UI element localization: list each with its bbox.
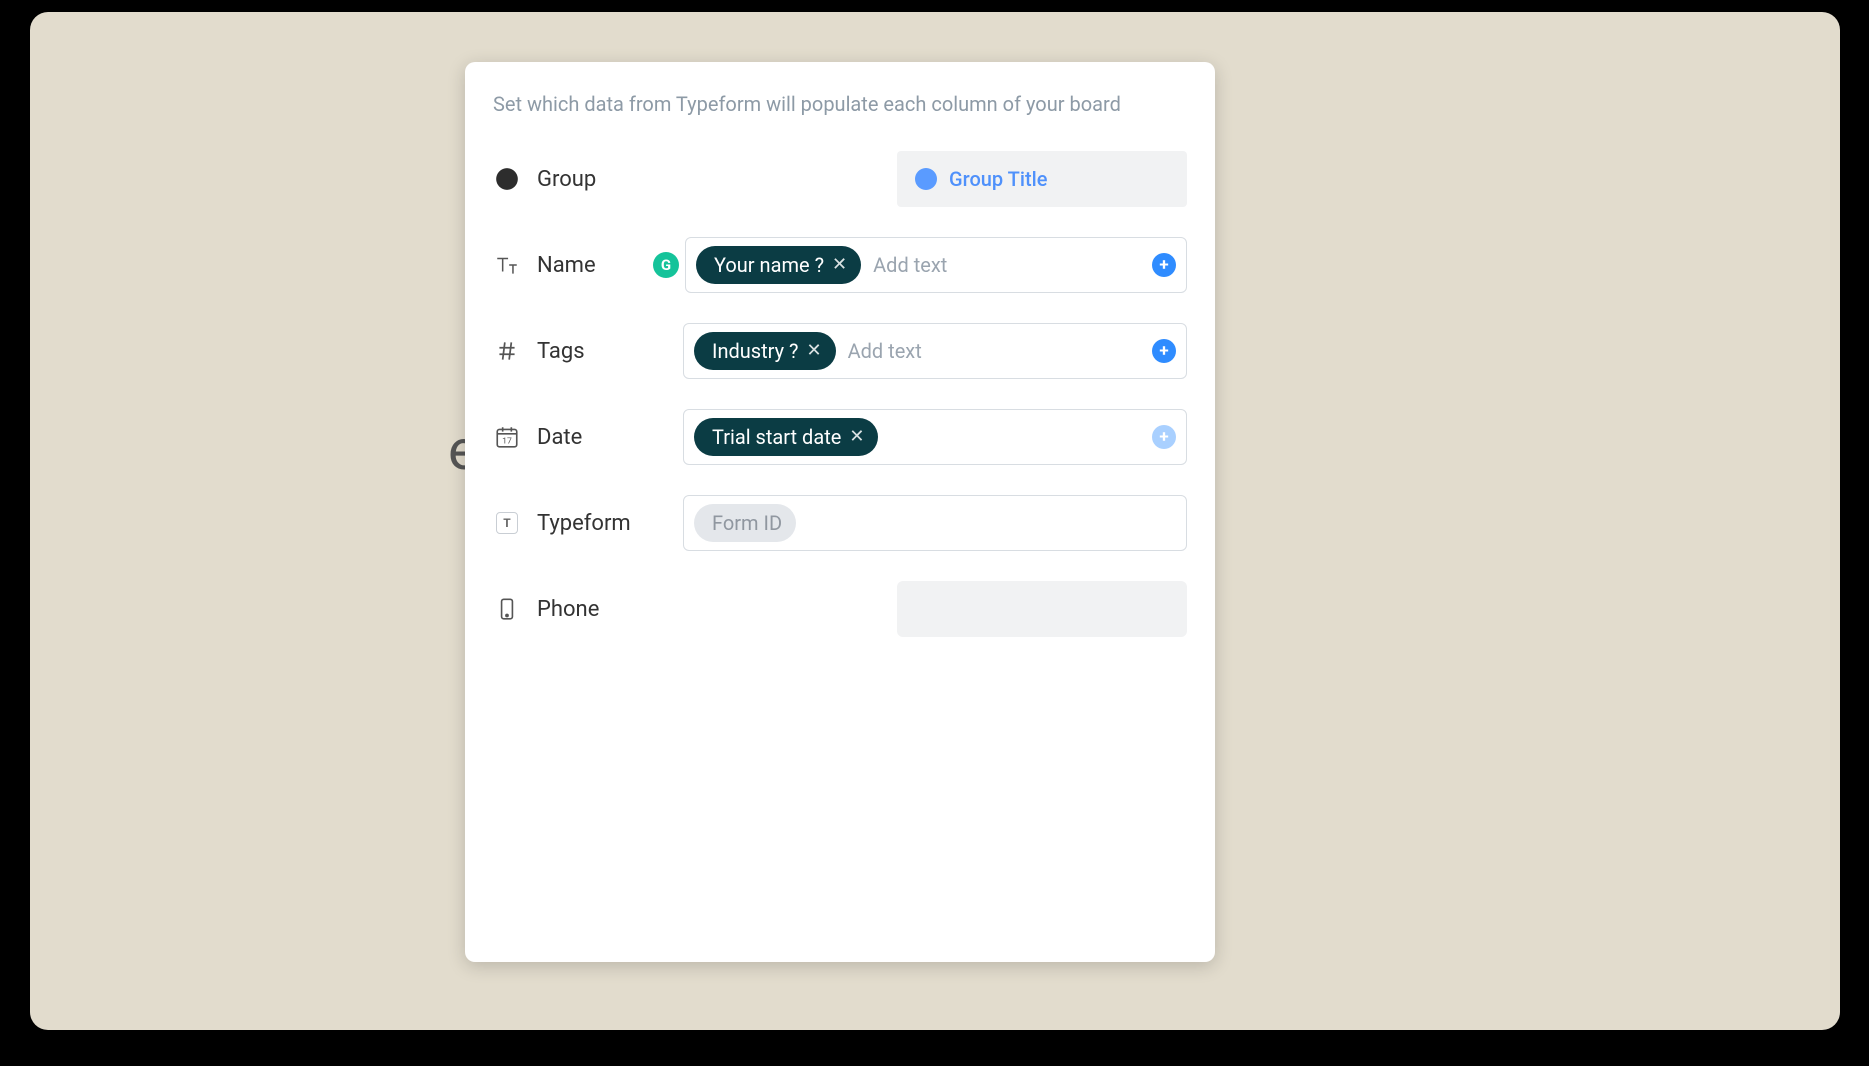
row-typeform-label: Typeform xyxy=(537,511,631,536)
tags-field[interactable]: Industry ? ✕ Add text + xyxy=(683,323,1187,379)
date-pill-label: Trial start date xyxy=(712,427,841,447)
name-pill[interactable]: Your name ? ✕ xyxy=(696,246,861,284)
name-pill-label: Your name ? xyxy=(714,255,824,275)
typeform-pill-label: Form ID xyxy=(712,513,782,533)
date-pill[interactable]: Trial start date ✕ xyxy=(694,418,878,456)
date-field[interactable]: Trial start date ✕ + xyxy=(683,409,1187,465)
t-badge-icon: T xyxy=(493,509,521,537)
typeform-field[interactable]: Form ID xyxy=(683,495,1187,551)
add-button[interactable]: + xyxy=(1152,253,1176,277)
row-tags-left: Tags xyxy=(493,337,683,365)
row-name-label: Name xyxy=(537,253,596,278)
row-name-left: Name xyxy=(493,251,653,279)
phone-field[interactable] xyxy=(897,581,1187,637)
group-color-dot-icon xyxy=(915,168,937,190)
tags-pill[interactable]: Industry ? ✕ xyxy=(694,332,836,370)
svg-text:17: 17 xyxy=(502,437,512,447)
name-placeholder: Add text xyxy=(873,253,947,277)
calendar-icon: 17 xyxy=(493,423,521,451)
grammarly-icon[interactable]: G xyxy=(653,252,679,278)
add-button[interactable]: + xyxy=(1152,339,1176,363)
row-tags: Tags Industry ? ✕ Add text + xyxy=(493,322,1187,380)
tags-placeholder: Add text xyxy=(848,339,922,363)
row-phone-label: Phone xyxy=(537,597,599,622)
add-button-disabled: + xyxy=(1152,425,1176,449)
row-typeform: T Typeform Form ID xyxy=(493,494,1187,552)
row-name: Name G Your name ? ✕ Add text + xyxy=(493,236,1187,294)
row-date-label: Date xyxy=(537,425,582,450)
group-title-text: Group Title xyxy=(949,167,1047,191)
close-icon[interactable]: ✕ xyxy=(849,428,864,446)
row-tags-label: Tags xyxy=(537,339,585,364)
row-phone: Phone xyxy=(493,580,1187,638)
row-group: Group Group Title xyxy=(493,150,1187,208)
name-field[interactable]: Your name ? ✕ Add text + xyxy=(685,237,1187,293)
modal-description: Set which data from Typeform will popula… xyxy=(493,92,1187,116)
close-icon[interactable]: ✕ xyxy=(806,342,821,360)
app-window: e a pulse Set which data from Typeform w… xyxy=(30,12,1840,1030)
row-group-left: Group xyxy=(493,165,683,193)
close-icon[interactable]: ✕ xyxy=(832,256,847,274)
group-field[interactable]: Group Title xyxy=(897,151,1187,207)
row-group-label: Group xyxy=(537,167,596,192)
tags-pill-label: Industry ? xyxy=(712,341,798,361)
row-date: 17 Date Trial start date ✕ + xyxy=(493,408,1187,466)
phone-icon xyxy=(493,595,521,623)
circle-filled-icon xyxy=(493,165,521,193)
row-phone-left: Phone xyxy=(493,595,683,623)
typeform-pill: Form ID xyxy=(694,504,796,542)
hash-icon xyxy=(493,337,521,365)
row-typeform-left: T Typeform xyxy=(493,509,683,537)
text-type-icon xyxy=(493,251,521,279)
mapping-modal: Set which data from Typeform will popula… xyxy=(465,62,1215,962)
row-date-left: 17 Date xyxy=(493,423,683,451)
